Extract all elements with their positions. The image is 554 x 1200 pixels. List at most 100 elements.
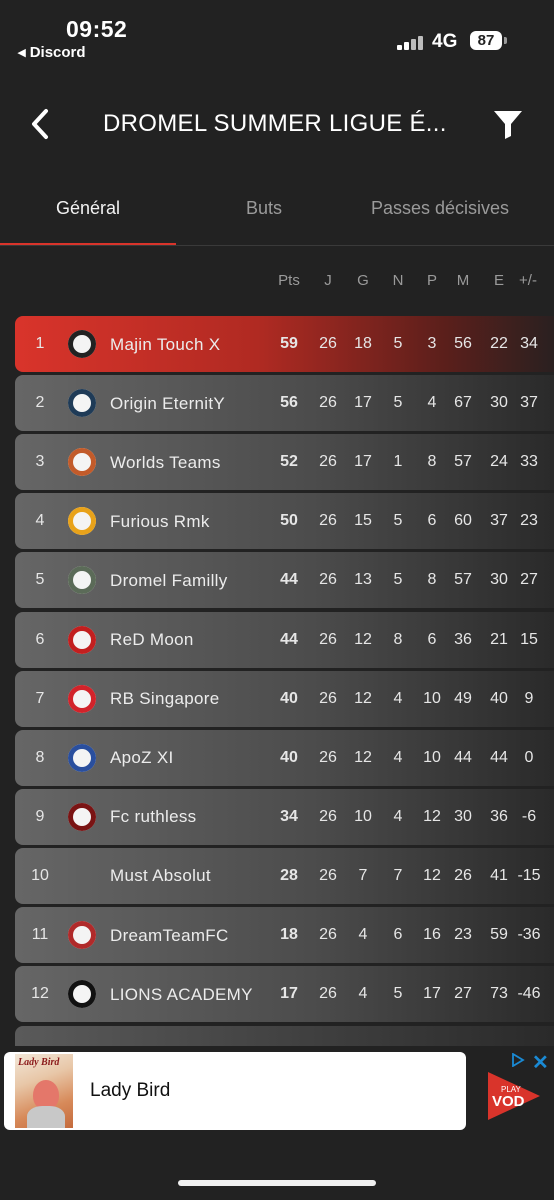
standings-row[interactable]: 1 Majin Touch X 59 26 18 5 3 56 22 34: [15, 316, 554, 372]
ruthless-logo-icon: [68, 802, 96, 831]
stat-pts: 44: [280, 571, 298, 589]
col-pts: Pts: [278, 272, 300, 289]
stat-m: 49: [454, 689, 472, 707]
stat-pts: 28: [280, 866, 298, 884]
stat-n: 8: [393, 630, 403, 648]
stat-g: 10: [354, 807, 372, 825]
standings-row[interactable]: 10 Must Absolut 28 26 7 7 12 26 41 -15: [15, 847, 554, 904]
network-type: 4G: [432, 31, 458, 52]
stat-j: 26: [319, 985, 337, 1003]
stat-g: 4: [358, 985, 368, 1003]
standings-row[interactable]: 2 Origin EternitY 56 26 17 5 4 67 30 37: [15, 375, 554, 432]
col-e: E: [493, 272, 504, 289]
team-rank: 8: [35, 748, 45, 766]
team-name: RB Singapore: [110, 689, 220, 709]
stat-pts: 18: [280, 926, 298, 943]
poster-title: Lady Bird: [18, 1057, 60, 1068]
stat-m: 56: [454, 335, 472, 352]
stat-e: 30: [490, 394, 508, 412]
col-diff: +/-: [519, 272, 537, 289]
battery-icon: 87: [470, 31, 502, 50]
stat-n: 5: [393, 512, 403, 530]
team-name: Origin EternitY: [110, 393, 226, 413]
col-n: N: [392, 272, 404, 289]
stat-n: 5: [393, 335, 403, 352]
standings-row[interactable]: 11 DreamTeamFC 18 26 4 6 16 23 59 -36: [15, 907, 554, 963]
ad-title: Lady Bird: [90, 1080, 171, 1101]
stat-diff: -15: [517, 866, 541, 884]
ad-banner[interactable]: Lady Bird Lady Bird: [4, 1052, 466, 1130]
team-name: Worlds Teams: [110, 452, 221, 472]
filter-icon[interactable]: [492, 108, 524, 140]
ad-logo-bottom: VOD: [492, 1093, 525, 1110]
tab-passes-decisives[interactable]: Passes décisives: [352, 172, 528, 244]
playvod-logo-icon[interactable]: PLAY VOD: [484, 1066, 544, 1126]
red-moon-logo-icon: [68, 625, 96, 654]
stat-e: 21: [490, 630, 508, 648]
team-rank: 9: [35, 807, 45, 825]
stat-p: 3: [427, 335, 437, 352]
stat-j: 26: [319, 748, 337, 766]
stat-n: 4: [393, 689, 403, 707]
stat-diff: 33: [520, 453, 538, 471]
infinity-logo-icon: [68, 389, 96, 418]
col-m: M: [456, 272, 470, 289]
furious-logo-icon: [68, 507, 96, 536]
back-arrow-icon[interactable]: [26, 107, 56, 141]
stat-pts: 59: [280, 335, 298, 352]
stat-diff: 34: [520, 335, 538, 352]
stat-m: 36: [454, 630, 472, 648]
majin-logo-icon: [68, 330, 96, 358]
standings-row[interactable]: 8 ApoZ XI 40 26 12 4 10 44 44 0: [15, 729, 554, 786]
standings-row[interactable]: 12 LIONS ACADEMY 17 26 4 5 17 27 73 -46: [15, 966, 554, 1023]
stat-n: 4: [393, 748, 403, 766]
stat-j: 26: [319, 453, 337, 471]
stat-pts: 17: [280, 985, 298, 1003]
home-indicator[interactable]: [178, 1180, 376, 1186]
standings-row[interactable]: 9 Fc ruthless 34 26 10 4 12 30 36 -6: [15, 788, 554, 845]
standings-row[interactable]: 3 Worlds Teams 52 26 17 1 8 57 24 33: [15, 434, 554, 491]
back-to-app-link[interactable]: ◂ Discord: [18, 43, 86, 61]
movie-poster-image: Lady Bird: [15, 1054, 73, 1128]
stat-pts: 52: [280, 453, 298, 471]
team-rank: 12: [31, 985, 49, 1003]
stat-p: 8: [427, 453, 437, 471]
stat-e: 36: [490, 807, 508, 825]
stat-m: 60: [454, 512, 472, 530]
stat-n: 5: [393, 571, 403, 589]
standings-row[interactable]: 6 ReD Moon 44 26 12 8 6 36 21 15: [15, 611, 554, 668]
ad-choices-icon[interactable]: [511, 1053, 525, 1067]
stat-m: 57: [454, 571, 472, 589]
stat-m: 44: [454, 748, 472, 766]
stat-g: 17: [354, 453, 372, 471]
stat-g: 15: [354, 512, 372, 530]
stat-m: 23: [454, 926, 472, 943]
team-name: Majin Touch X: [110, 334, 221, 354]
stat-p: 17: [423, 985, 441, 1003]
standings-row[interactable]: 4 Furious Rmk 50 26 15 5 6 60 37 23: [15, 493, 554, 550]
status-bar: 09:52 ◂ Discord 4G 87: [0, 0, 554, 70]
standings-row[interactable]: 7 RB Singapore 40 26 12 4 10 49 40 9: [15, 670, 554, 727]
stat-diff: -6: [521, 807, 537, 825]
team-rank: 5: [35, 571, 45, 589]
stat-diff: 9: [524, 689, 534, 707]
stat-diff: -36: [517, 926, 541, 943]
page-title: DROMEL SUMMER LIGUE É...: [103, 110, 447, 137]
team-name: ReD Moon: [110, 630, 194, 649]
stat-e: 40: [490, 689, 508, 707]
stat-g: 12: [354, 689, 372, 707]
stat-pts: 56: [280, 394, 298, 412]
stat-m: 30: [454, 807, 472, 825]
stat-g: 18: [354, 335, 372, 352]
dreamteam-logo-icon: [68, 921, 96, 949]
team-rank: 11: [31, 926, 49, 943]
stat-p: 6: [427, 630, 437, 648]
standings-row-partial[interactable]: [15, 1026, 554, 1046]
stat-e: 22: [490, 335, 508, 352]
standings-row[interactable]: 5 Dromel Familly 44 26 13 5 8 57 30 27: [15, 552, 554, 609]
team-name: Dromel Familly: [110, 570, 228, 590]
tab-bar: Général Buts Passes décisives: [0, 172, 554, 247]
tab-buts[interactable]: Buts: [176, 172, 352, 244]
tab-general[interactable]: Général: [0, 172, 176, 244]
stat-j: 26: [319, 866, 337, 884]
